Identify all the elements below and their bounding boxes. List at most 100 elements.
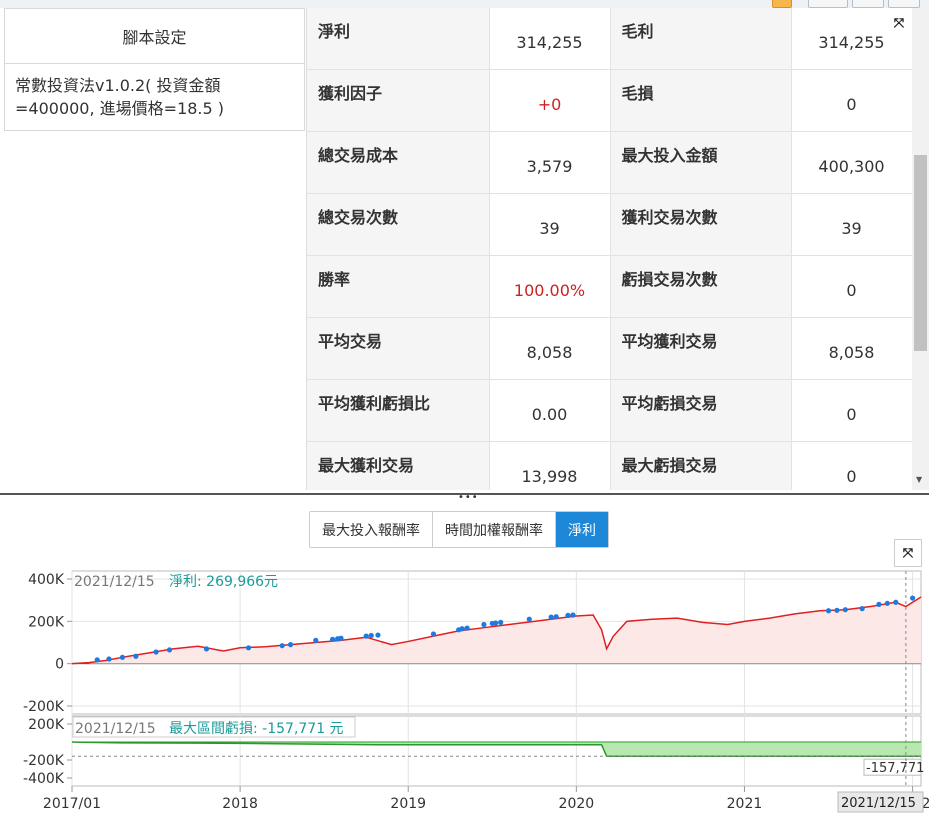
toolbar-button[interactable] — [852, 0, 884, 8]
trade-marker — [338, 635, 344, 641]
trade-marker — [893, 599, 899, 605]
stat-value: 39 — [791, 193, 912, 256]
toolbar-button[interactable] — [888, 0, 920, 8]
stat-value: 0 — [791, 69, 912, 132]
label-box — [72, 716, 356, 738]
expand-icon[interactable]: ⤧ — [888, 12, 910, 34]
stat-value: 3,579 — [489, 131, 611, 194]
stat-value: 8,058 — [791, 317, 912, 380]
x-tick-label: 2017/01 — [43, 796, 101, 812]
stats-row: 平均交易 8,058 平均獲利交易 8,058 — [307, 317, 912, 380]
stats-row: 淨利 314,255 毛利 314,255 — [307, 8, 912, 70]
stats-row: 勝率 100.00% 虧損交易次數 0 — [307, 255, 912, 318]
trade-marker — [329, 636, 336, 642]
trade-marker — [166, 647, 173, 653]
scrollbar-thumb[interactable] — [914, 155, 927, 351]
tab-max-investment-return[interactable]: 最大投入報酬率 — [310, 512, 433, 547]
stat-value: 314,255 — [489, 8, 611, 70]
stat-label: 勝率 — [307, 255, 490, 318]
stat-value: 0 — [791, 379, 912, 442]
stat-value: 100.00% — [489, 255, 611, 318]
chevron-down-icon[interactable]: ▼ — [916, 475, 922, 484]
statistics-table: 淨利 314,255 毛利 314,255 獲利因子 +0 毛損 0 總交易成本 3,579 最大投… — [306, 8, 912, 490]
trade-marker — [493, 620, 499, 626]
stat-label: 淨利 — [307, 8, 490, 70]
stat-label: 平均獲利虧損比 — [307, 379, 490, 442]
trade-marker — [245, 645, 252, 651]
stat-label: 最大投入金額 — [610, 131, 792, 194]
x-tick-label: 2018 — [222, 796, 258, 812]
trade-marker — [430, 631, 437, 637]
trade-marker — [335, 636, 341, 642]
equity-area — [72, 596, 921, 664]
trade-marker — [313, 637, 319, 643]
date-label: 2021/12/15 — [75, 721, 156, 737]
stat-label: 最大虧損交易 — [610, 441, 792, 490]
trade-marker — [859, 606, 865, 612]
stat-label: 總交易次數 — [307, 193, 490, 256]
stat-value: 0 — [791, 441, 912, 490]
vertical-scrollbar[interactable]: ▼ — [912, 8, 929, 490]
equity-line — [71, 596, 922, 665]
stats-row: 平均獲利虧損比 0.00 平均虧損交易 0 — [307, 379, 912, 442]
y-tick-label: 200K — [28, 717, 65, 733]
trade-marker — [526, 616, 532, 622]
stats-row: 總交易成本 3,579 最大投入金額 400,300 — [307, 131, 912, 194]
stats-row: 獲利因子 +0 毛損 0 — [307, 69, 912, 132]
trade-marker — [464, 625, 470, 631]
resize-handle-icon[interactable]: ••• — [458, 493, 479, 503]
trade-marker — [876, 601, 882, 608]
trade-marker — [279, 643, 285, 649]
chart-tabs: 最大投入報酬率 時間加權報酬率 淨利 — [309, 511, 609, 548]
y-tick-label: -200K — [23, 699, 65, 715]
stat-label: 毛損 — [610, 69, 792, 132]
trade-marker — [565, 612, 571, 619]
trade-marker — [570, 612, 576, 618]
trade-marker — [94, 657, 100, 663]
stat-value: 8,058 — [489, 317, 611, 380]
y-tick-label: 400K — [28, 572, 65, 588]
stat-label: 虧損交易次數 — [610, 255, 792, 318]
x-tick-label: 2022 — [895, 796, 929, 812]
cursor-date-tag: 2021/12/15 — [841, 796, 916, 811]
stat-label: 平均虧損交易 — [610, 379, 792, 442]
x-tick-label: 2019 — [390, 796, 426, 812]
trade-marker — [553, 614, 559, 620]
date-label: 2021/12/15 — [74, 574, 155, 590]
trade-marker — [375, 632, 381, 638]
trade-marker — [842, 607, 848, 613]
y-tick-label: -200K — [23, 753, 65, 769]
reference-tag-box — [863, 758, 922, 776]
script-description: 常數投資法v1.0.2( 投資金額=400000, 進場價格=18.5 ) — [15, 76, 225, 118]
trade-marker — [825, 608, 832, 614]
trade-marker — [119, 654, 126, 660]
stat-label: 毛利 — [610, 8, 792, 70]
stat-label: 平均獲利交易 — [610, 317, 792, 380]
stat-value: 13,998 — [489, 441, 611, 490]
trade-marker — [133, 653, 139, 659]
trade-marker — [456, 627, 462, 633]
trade-marker — [203, 646, 210, 652]
y-tick-label: 0 — [55, 657, 64, 673]
script-settings-header: 腳本設定 — [5, 9, 304, 64]
stat-label: 平均交易 — [307, 317, 490, 380]
toolbar-icon[interactable] — [772, 0, 792, 8]
tab-time-weighted-return[interactable]: 時間加權報酬率 — [433, 512, 556, 547]
x-tick-label: 2021 — [727, 796, 763, 812]
expand-icon[interactable]: ⤧ — [894, 539, 922, 567]
trade-marker — [884, 600, 890, 606]
toolbar-button[interactable] — [808, 0, 848, 8]
trade-marker — [287, 642, 294, 648]
script-settings-panel: 腳本設定 常數投資法v1.0.2( 投資金額=400000, 進場價格=18.5… — [4, 8, 305, 131]
trade-marker — [548, 614, 554, 620]
reference-tag: -157,771 — [866, 761, 924, 776]
stat-label: 總交易成本 — [307, 131, 490, 194]
y-tick-label: 200K — [28, 614, 65, 630]
tab-net-profit[interactable]: 淨利 — [556, 512, 608, 547]
stats-row: 總交易次數 39 獲利交易次數 39 — [307, 193, 912, 256]
chart-plot-frame — [71, 570, 922, 715]
cursor-date-tag-box — [837, 791, 924, 813]
trade-marker — [459, 626, 465, 632]
stat-value: 400,300 — [791, 131, 912, 194]
stat-value: 39 — [489, 193, 611, 256]
